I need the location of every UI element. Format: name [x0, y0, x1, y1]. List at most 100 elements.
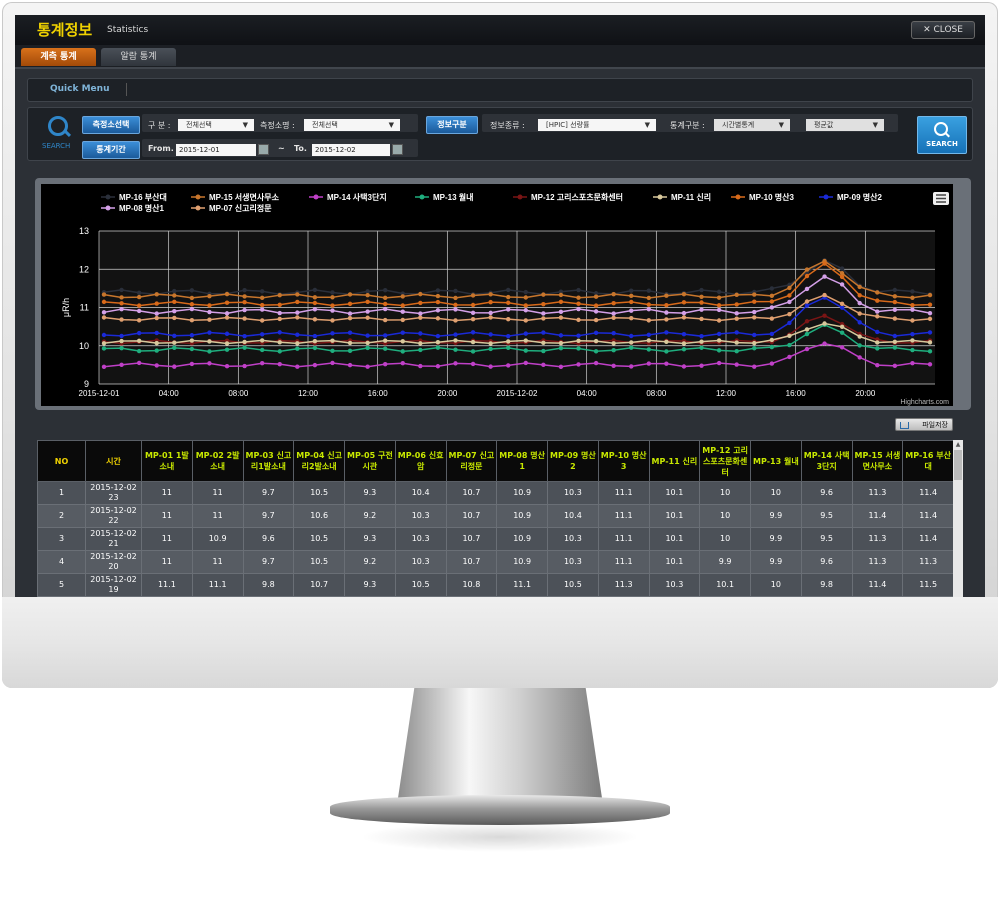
data-point — [400, 294, 405, 299]
data-point — [576, 287, 581, 293]
search-button-label: SEARCH — [926, 140, 958, 148]
data-point — [787, 311, 792, 317]
table-cell: 9.8 — [242, 573, 295, 597]
column-header[interactable]: MP-07 신고리정문 — [445, 440, 498, 482]
data-point — [611, 315, 616, 320]
tab-measurement-stats[interactable]: 계측 통계 — [21, 48, 96, 66]
data-point — [418, 341, 423, 346]
data-point — [576, 346, 581, 351]
data-point — [101, 341, 107, 346]
search-button[interactable]: SEARCH — [917, 116, 967, 154]
dose-rate-chart: 9 10 11 12 13 2015-12-01 04:00 08:00 12:00 16:00 2… — [61, 192, 949, 406]
data-point — [382, 301, 388, 307]
calendar-icon[interactable] — [392, 144, 403, 155]
data-point — [506, 294, 511, 300]
data-point — [892, 294, 898, 299]
calendar-icon[interactable] — [258, 144, 269, 155]
data-point — [541, 348, 546, 354]
data-point — [418, 315, 423, 320]
data-point — [629, 288, 634, 293]
quick-menu-label[interactable]: Quick Menu — [50, 84, 109, 94]
data-point — [136, 294, 142, 300]
table-cell: 11.1 — [141, 573, 193, 597]
column-header[interactable]: MP-15 서생면사무소 — [851, 440, 904, 482]
table-row[interactable]: 3 2015-12-02 21 11 10.9 9.6 10.5 9.3 10.3 10.7 10… — [37, 527, 954, 551]
data-point — [541, 301, 546, 307]
data-point — [646, 347, 652, 352]
column-header[interactable]: MP-02 2발소내 — [191, 440, 244, 482]
table-row[interactable]: 2 2015-12-02 22 11 11 9.7 10.6 9.2 10.3 10.7 10.9… — [37, 504, 954, 528]
table-row[interactable]: 1 2015-12-02 23 11 11 9.7 10.5 9.3 10.4 10.7 10.9… — [37, 481, 954, 505]
stat-type-label: 통계구분 : — [670, 121, 705, 130]
table-cell: 9.9 — [750, 504, 802, 528]
legend-item: MP-10 명산3 — [749, 192, 795, 202]
tab-alarm-stats[interactable]: 알람 통계 — [101, 48, 176, 66]
data-point — [839, 324, 845, 329]
table-cell: 4 — [37, 550, 86, 574]
data-point — [119, 295, 124, 300]
table-cell: 9.5 — [800, 527, 853, 551]
table-row[interactable]: 5 2015-12-02 19 11.1 11.1 9.8 10.7 9.3 10.5 10.8… — [37, 573, 954, 597]
data-point — [716, 318, 722, 323]
table-cell: 3 — [37, 527, 86, 551]
column-header[interactable]: MP-06 신효암 — [394, 440, 447, 482]
scroll-up-icon[interactable]: ▲ — [954, 441, 962, 449]
column-header[interactable]: MP-09 명산2 — [547, 440, 599, 482]
table-scrollbar[interactable]: ▲ — [953, 440, 963, 597]
data-point — [365, 340, 370, 346]
column-header[interactable]: MP-12 고리스포츠문화센터 — [699, 440, 751, 482]
column-header[interactable]: 시간 — [85, 440, 142, 482]
data-point — [716, 360, 722, 366]
data-point — [242, 300, 247, 305]
data-point — [312, 362, 318, 368]
info-kind-select[interactable]: [HPIC] 선량률 ▼ — [538, 119, 656, 131]
period-button[interactable]: 통계기간 — [82, 141, 140, 159]
category-select[interactable]: 전체선택 ▼ — [178, 119, 254, 131]
station-name-select[interactable]: 전체선택 ▼ — [304, 119, 400, 131]
data-point — [804, 273, 810, 279]
data-point — [664, 293, 669, 298]
column-header[interactable]: MP-08 명산1 — [496, 440, 548, 482]
data-point — [189, 288, 195, 293]
data-point — [576, 338, 581, 343]
column-header[interactable]: MP-13 월내 — [750, 440, 802, 482]
stat-type-select[interactable]: 시간별통계 ▼ — [714, 119, 790, 131]
data-point — [259, 302, 265, 308]
data-point — [295, 364, 300, 369]
info-type-button[interactable]: 정보구분 — [426, 116, 478, 134]
from-date-input[interactable]: 2015-12-01 — [176, 144, 256, 156]
stat-agg-select[interactable]: 평균값 ▼ — [806, 119, 884, 131]
data-point — [172, 333, 177, 338]
column-header[interactable]: MP-05 구전시관 — [344, 440, 396, 482]
y-tick-label: 10 — [79, 341, 89, 351]
data-point — [101, 364, 107, 369]
x-tick-label: 04:00 — [577, 389, 598, 398]
data-point — [787, 354, 792, 360]
data-point — [242, 316, 247, 321]
data-point — [716, 295, 722, 300]
data-point — [382, 317, 388, 323]
column-header[interactable]: MP-16 부산대 — [902, 440, 954, 482]
data-point — [839, 345, 845, 350]
column-header[interactable]: MP-04 신고리2발소내 — [293, 440, 345, 482]
column-header[interactable]: MP-10 명산3 — [597, 440, 650, 482]
column-header[interactable]: MP-14 사택3단지 — [800, 440, 853, 482]
data-point — [541, 292, 546, 297]
data-point — [330, 308, 335, 313]
data-point — [593, 294, 599, 299]
to-date-input[interactable]: 2015-12-02 — [312, 144, 390, 156]
station-select-button[interactable]: 측정소선택 — [82, 116, 140, 134]
close-button[interactable]: ✕ CLOSE — [911, 21, 975, 39]
column-header[interactable]: MP-01 1발소내 — [141, 440, 193, 482]
data-point — [804, 319, 810, 324]
column-header[interactable]: MP-03 신고리1발소내 — [242, 440, 295, 482]
column-header[interactable]: MP-11 신리 — [648, 440, 701, 482]
file-save-button[interactable]: 파일저장 — [895, 418, 953, 431]
data-point — [136, 330, 142, 336]
table-row[interactable]: 4 2015-12-02 20 11 11 9.7 10.5 9.2 10.3 10.7 10.9… — [37, 550, 954, 574]
column-header[interactable]: NO — [37, 440, 86, 482]
data-point — [172, 293, 177, 298]
table-cell: 10.3 — [648, 573, 701, 597]
scroll-thumb[interactable] — [954, 450, 962, 480]
data-point — [576, 317, 581, 323]
